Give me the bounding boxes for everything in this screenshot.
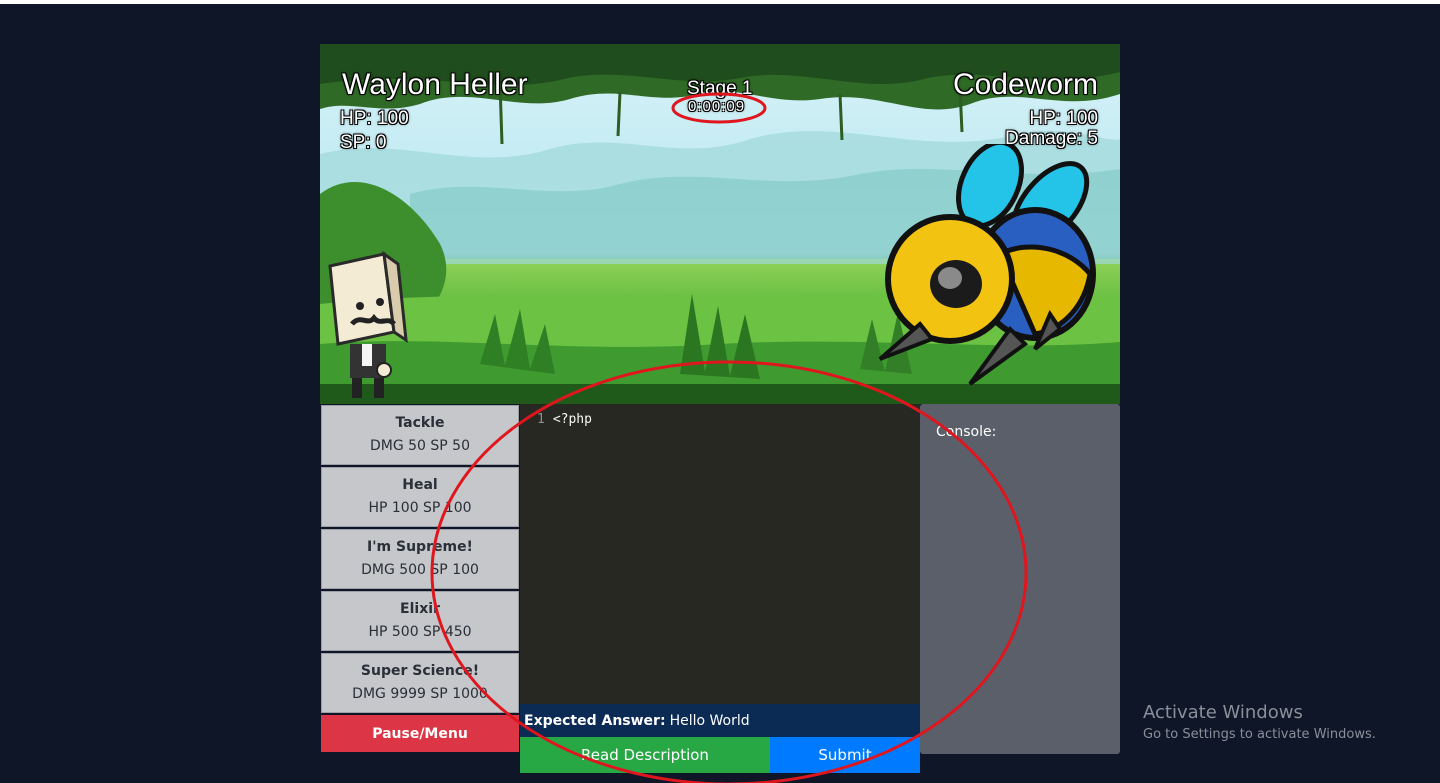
enemy-hp: HP: 100 [1029,108,1098,129]
code-text: <?php [552,412,592,427]
windows-activation-watermark: Activate Windows Go to Settings to activ… [1143,702,1376,742]
player-sp: SP: 0 [340,132,387,153]
code-line[interactable]: 1 <?php [537,412,592,427]
expected-answer-bar: Expected Answer: Hello World [520,704,920,737]
watermark-title: Activate Windows [1143,702,1303,723]
line-number: 1 [537,412,545,427]
skill-tackle-button[interactable]: Tackle DMG 50 SP 50 [321,405,519,465]
skill-name: Heal [402,477,438,493]
skill-elixir-button[interactable]: Elixir HP 500 SP 450 [321,591,519,651]
console-label: Console: [936,424,997,440]
player-hp: HP: 100 [340,108,409,129]
skill-heal-button[interactable]: Heal HP 100 SP 100 [321,467,519,527]
console-panel: Console: [920,404,1120,754]
enemy-name: Codeworm [952,68,1098,101]
player-character-icon [328,250,408,398]
player-name: Waylon Heller [342,68,528,101]
skill-stats: HP 500 SP 450 [368,624,472,640]
top-border [0,0,1440,4]
enemy-damage: Damage: 5 [1005,128,1098,149]
expected-answer-value: Hello World [669,712,750,729]
submit-button[interactable]: Submit [770,737,920,773]
skill-name: I'm Supreme! [367,539,473,555]
stage-label: Stage 1 [687,78,753,99]
skill-stats: DMG 500 SP 100 [361,562,479,578]
pause-menu-button[interactable]: Pause/Menu [321,715,519,752]
skill-stats: HP 100 SP 100 [368,500,472,516]
battle-scene: Waylon Heller HP: 100 SP: 0 Stage 1 0:00… [320,44,1120,404]
skill-stats: DMG 9999 SP 1000 [352,686,488,702]
stage-timer: 0:00:09 [688,98,746,115]
expected-answer-label: Expected Answer: [524,712,666,729]
skill-name: Tackle [395,415,445,431]
skill-name: Elixir [400,601,440,617]
code-editor[interactable]: 1 <?php [520,404,920,704]
skill-super-science-button[interactable]: Super Science! DMG 9999 SP 1000 [321,653,519,713]
skill-name: Super Science! [360,663,480,679]
read-description-button[interactable]: Read Description [520,737,770,773]
codeworm-bee-icon [878,144,1096,386]
skill-im-supreme-button[interactable]: I'm Supreme! DMG 500 SP 100 [321,529,519,589]
skill-stats: DMG 50 SP 50 [369,438,471,454]
watermark-subtitle: Go to Settings to activate Windows. [1143,727,1376,742]
